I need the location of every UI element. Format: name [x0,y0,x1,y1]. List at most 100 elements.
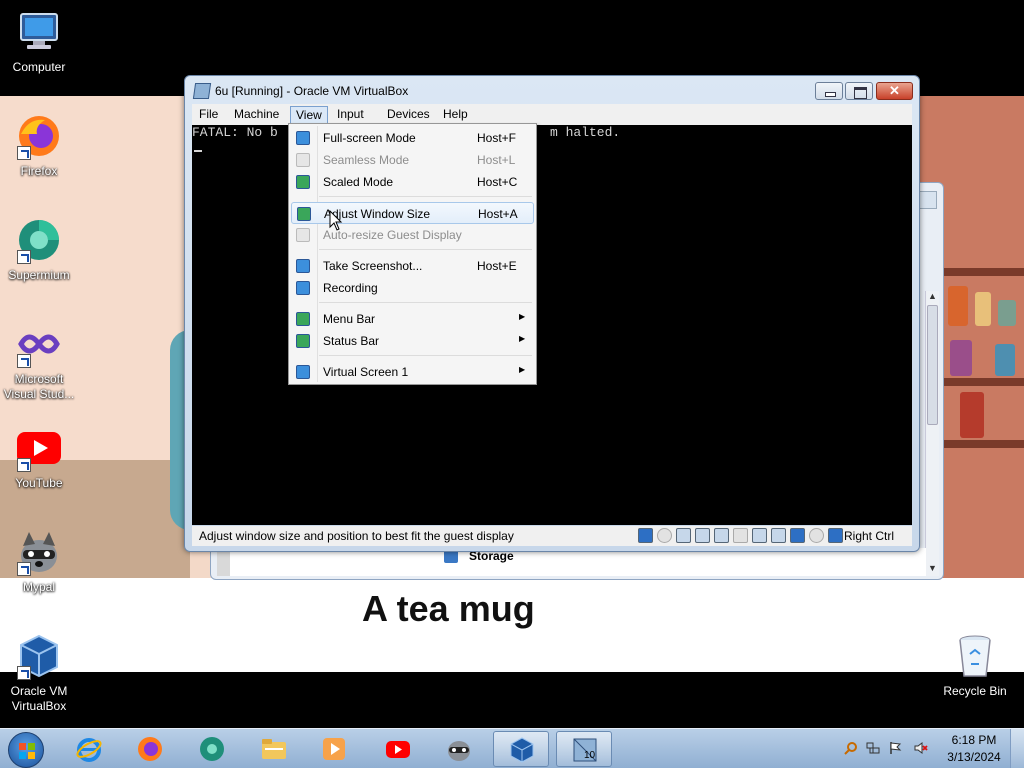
menu-item-seamless-mode[interactable]: Seamless Mode Host+L [291,149,534,171]
desktop-icon-label: Microsoft Visual Stud... [3,372,75,401]
desktop-icon-firefox[interactable]: Firefox [0,112,78,179]
desktop-icon-recycle-bin[interactable]: Recycle Bin [936,632,1014,699]
menu-item-label: Virtual Screen 1 [323,365,409,379]
firefox-icon [15,112,63,160]
menu-item-take-screenshot[interactable]: Take Screenshot... Host+E [291,255,534,277]
menu-item-auto-resize-guest-display[interactable]: Auto-resize Guest Display [291,224,534,246]
menu-item-full-screen-mode[interactable]: Full-screen Mode Host+F [291,127,534,149]
scroll-up-icon[interactable]: ▲ [928,291,937,301]
menu-input[interactable]: Input [332,106,369,124]
desktop-icon-mypal[interactable]: Mypal [0,528,78,595]
usb-icon[interactable] [714,528,729,543]
virtualization-icon[interactable] [790,528,805,543]
menu-view[interactable]: View [290,106,328,124]
taskbar-internet-explorer[interactable] [61,731,117,767]
taskbar-media-player[interactable] [306,731,362,767]
shared-folders-icon[interactable] [733,528,748,543]
volume-muted-icon[interactable] [914,741,928,755]
hard-disk-icon[interactable] [638,528,653,543]
host-key-label: Right Ctrl [844,529,895,543]
status-text: Adjust window size and position to best … [199,529,514,543]
vm-titlebar[interactable]: 6u [Running] - Oracle VM VirtualBox ✕ [185,76,919,106]
start-button[interactable] [8,732,44,768]
console-text-start: FATAL: No b [192,125,278,140]
supermium-icon [15,216,63,264]
taskbar: 10 [0,728,1024,768]
menu-item-label: Seamless Mode [323,153,410,167]
camera-icon [296,259,310,273]
menu-item-label: Take Screenshot... [323,259,423,273]
windows-logo-icon [19,743,35,759]
action-center-flag-icon[interactable] [888,741,902,755]
taskbar-virtualbox[interactable] [493,731,549,767]
menu-separator [319,302,532,303]
menu-item-virtual-screen-1[interactable]: Virtual Screen 1 ▶ [291,361,534,383]
taskbar-mypal[interactable] [431,731,487,767]
clock-time[interactable]: 6:18 PM [951,733,997,747]
scaled-mode-icon [296,175,310,189]
desktop-icon-label: Oracle VM VirtualBox [10,684,68,713]
wallpaper-jar [950,340,972,376]
manager-scrollbar[interactable]: ▲ ▼ [925,291,939,576]
desktop-icon-youtube[interactable]: YouTube [0,424,78,491]
menu-item-recording[interactable]: Recording [291,277,534,299]
close-button[interactable]: ✕ [876,82,913,100]
menu-devices[interactable]: Devices [382,106,435,124]
menu-item-label: Auto-resize Guest Display [323,228,462,242]
desktop-icon-visual-studio[interactable]: Microsoft Visual Stud... [0,320,78,402]
search-icon[interactable] [844,741,858,755]
menu-separator [319,249,532,250]
display-icon[interactable] [752,528,767,543]
taskbar-vm-window[interactable]: 10 [556,731,612,767]
desktop-icon-label: Computer [12,60,66,74]
desktop-icon-label: Firefox [20,164,58,178]
visual-studio-icon [15,320,63,368]
desktop-icon-computer[interactable]: Computer [0,8,78,75]
desktop-icon-virtualbox[interactable]: Oracle VM VirtualBox [0,632,78,714]
taskbar-youtube[interactable] [370,731,426,767]
menu-item-label: Recording [323,281,378,295]
clock-date[interactable]: 3/13/2024 [946,750,1002,764]
network-icon[interactable] [866,741,880,755]
recording-icon[interactable] [771,528,786,543]
virtualbox-app-icon[interactable] [192,83,212,99]
network-icon[interactable] [695,528,710,543]
wallpaper-jar [998,300,1016,326]
taskbar-firefox[interactable] [122,731,178,767]
show-desktop-button[interactable] [1010,729,1024,768]
menu-item-shortcut: Host+L [477,153,516,167]
status-bar-icon [296,334,310,348]
close-icon[interactable] [919,191,937,209]
menu-item-scaled-mode[interactable]: Scaled Mode Host+C [291,171,534,193]
minimize-button[interactable] [815,82,843,100]
optical-drive-icon[interactable] [657,528,672,543]
keyboard-capture-icon[interactable] [828,528,843,543]
desktop-icon-supermium[interactable]: Supermium [0,216,78,283]
desktop-icon-label: Recycle Bin [943,684,1007,698]
wallpaper-caption: A tea mug [362,588,535,629]
internet-explorer-icon [76,738,102,762]
scroll-down-icon[interactable]: ▼ [928,563,937,573]
mouse-integration-icon[interactable] [809,528,824,543]
submenu-arrow-icon: ▶ [519,365,526,374]
virtualbox-icon [15,632,63,680]
menu-item-adjust-window-size[interactable]: Adjust Window Size Host+A [291,202,534,224]
maximize-button[interactable] [845,82,873,100]
menu-help[interactable]: Help [438,106,473,124]
menu-item-status-bar[interactable]: Status Bar ▶ [291,330,534,352]
virtual-screen-icon [296,365,310,379]
desktop-icon-label: YouTube [15,476,63,490]
wallpaper-jar [948,286,968,326]
menu-file[interactable]: File [194,106,223,124]
seamless-icon [296,153,310,167]
menu-item-menu-bar[interactable]: Menu Bar ▶ [291,308,534,330]
menu-machine[interactable]: Machine [229,106,284,124]
taskbar-file-explorer[interactable] [246,731,302,767]
taskbar-supermium[interactable] [184,731,240,767]
shortcut-arrow-icon [17,250,31,264]
vm-window-badge: 10 [584,750,596,761]
scrollbar-thumb[interactable] [927,305,938,425]
audio-icon[interactable] [676,528,691,543]
vm-window-title: 6u [Running] - Oracle VM VirtualBox [215,84,409,98]
menu-item-label: Status Bar [323,334,380,348]
